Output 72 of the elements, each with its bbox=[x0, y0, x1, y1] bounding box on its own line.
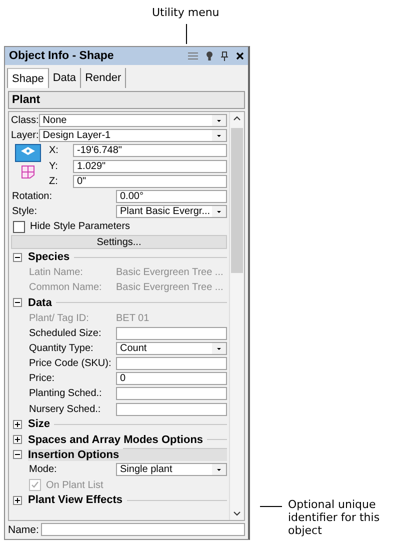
field-label: Scheduled Size: bbox=[28, 328, 102, 339]
dropdown-caret-icon[interactable] bbox=[212, 342, 226, 354]
field-label: Style: bbox=[11, 206, 38, 218]
coordinate-field[interactable]: 1.029" bbox=[73, 160, 227, 173]
section-header[interactable]: Plant View Effects bbox=[28, 494, 127, 506]
section-header[interactable]: Spaces and Array Modes Options bbox=[28, 434, 208, 446]
panel-title: Object Info - Shape bbox=[9, 50, 115, 62]
menu-icon[interactable] bbox=[188, 52, 198, 60]
dropdown[interactable]: None bbox=[38, 114, 227, 128]
expand-icon[interactable] bbox=[13, 420, 22, 429]
expand-icon[interactable] bbox=[13, 435, 22, 444]
leader-line bbox=[186, 24, 187, 44]
field-label: Layer: bbox=[11, 130, 39, 142]
input-field[interactable] bbox=[116, 387, 227, 400]
dropdown-caret-icon[interactable] bbox=[212, 206, 226, 218]
dropdown-caret-icon[interactable] bbox=[212, 115, 226, 126]
dropdown[interactable]: Count bbox=[116, 342, 227, 355]
input-field[interactable]: 0 bbox=[116, 372, 227, 386]
field-label: Latin Name: bbox=[28, 266, 84, 278]
dropdown[interactable]: Plant Basic Evergr... bbox=[116, 205, 227, 218]
collapse-icon[interactable] bbox=[13, 298, 22, 308]
coordinate-field[interactable]: 0" bbox=[73, 174, 227, 188]
collapse-icon[interactable] bbox=[13, 252, 22, 262]
close-icon[interactable] bbox=[236, 52, 244, 60]
field-label: Name: bbox=[8, 524, 39, 536]
field-label: Price Code (SKU): bbox=[28, 358, 112, 370]
expand-icon[interactable] bbox=[13, 496, 22, 505]
tab[interactable]: Shape bbox=[7, 68, 49, 88]
scrollbar[interactable] bbox=[229, 112, 244, 520]
collapse-icon[interactable] bbox=[13, 450, 22, 460]
dropdown-caret-icon[interactable] bbox=[212, 130, 226, 142]
coordinate-label: Z: bbox=[48, 176, 59, 187]
grid-shape-icon[interactable] bbox=[21, 165, 35, 180]
field-label: Price: bbox=[28, 373, 56, 384]
tab[interactable]: Data bbox=[48, 68, 82, 88]
leader-line bbox=[260, 506, 282, 507]
object-type-header: Plant bbox=[8, 91, 245, 109]
coordinate-label: X: bbox=[48, 145, 60, 156]
field-label: Rotation: bbox=[11, 191, 54, 202]
field-label: Nursery Sched.: bbox=[28, 404, 102, 415]
plan-view-icon[interactable] bbox=[15, 144, 41, 162]
checkbox-label: On Plant List bbox=[46, 480, 104, 491]
settings-button[interactable]: Settings... bbox=[11, 235, 227, 250]
input-field[interactable] bbox=[116, 357, 227, 370]
coordinate-field[interactable]: -19'6.748" bbox=[73, 144, 227, 158]
field-label: Planting Sched.: bbox=[28, 388, 103, 400]
coordinate-label: Y: bbox=[48, 160, 59, 172]
input-field[interactable]: 0.00° bbox=[116, 190, 227, 204]
pin-icon[interactable] bbox=[221, 51, 228, 61]
field-label: Plant/ Tag ID: bbox=[28, 312, 90, 324]
scrollbar-thumb[interactable] bbox=[231, 128, 243, 273]
callout-label: Optional unique identifier for this object bbox=[288, 498, 381, 537]
section-header[interactable]: Insertion Options bbox=[28, 448, 124, 461]
checkbox-label: Hide Style Parameters bbox=[30, 221, 130, 232]
dropdown[interactable]: Single plant bbox=[116, 463, 227, 476]
input-field[interactable] bbox=[116, 402, 227, 416]
field-label: Class: bbox=[11, 115, 39, 126]
input-field[interactable] bbox=[116, 326, 227, 340]
name-field[interactable] bbox=[40, 523, 245, 536]
section-header[interactable]: Size bbox=[28, 418, 54, 430]
dropdown[interactable]: Design Layer-1 bbox=[38, 129, 227, 142]
field-label: Quantity Type: bbox=[28, 342, 94, 354]
dropdown-caret-icon[interactable] bbox=[212, 464, 226, 476]
tab[interactable]: Render bbox=[81, 68, 126, 88]
field-label: Common Name: bbox=[28, 282, 103, 294]
section-header[interactable]: Species bbox=[28, 251, 74, 264]
callout-label: Utility menu bbox=[152, 6, 220, 19]
field-label: Mode: bbox=[28, 464, 58, 476]
field-value: BET 01 bbox=[116, 312, 150, 324]
checkbox[interactable] bbox=[13, 220, 25, 233]
bulb-icon[interactable] bbox=[206, 51, 213, 61]
section-header[interactable]: Data bbox=[28, 296, 56, 309]
